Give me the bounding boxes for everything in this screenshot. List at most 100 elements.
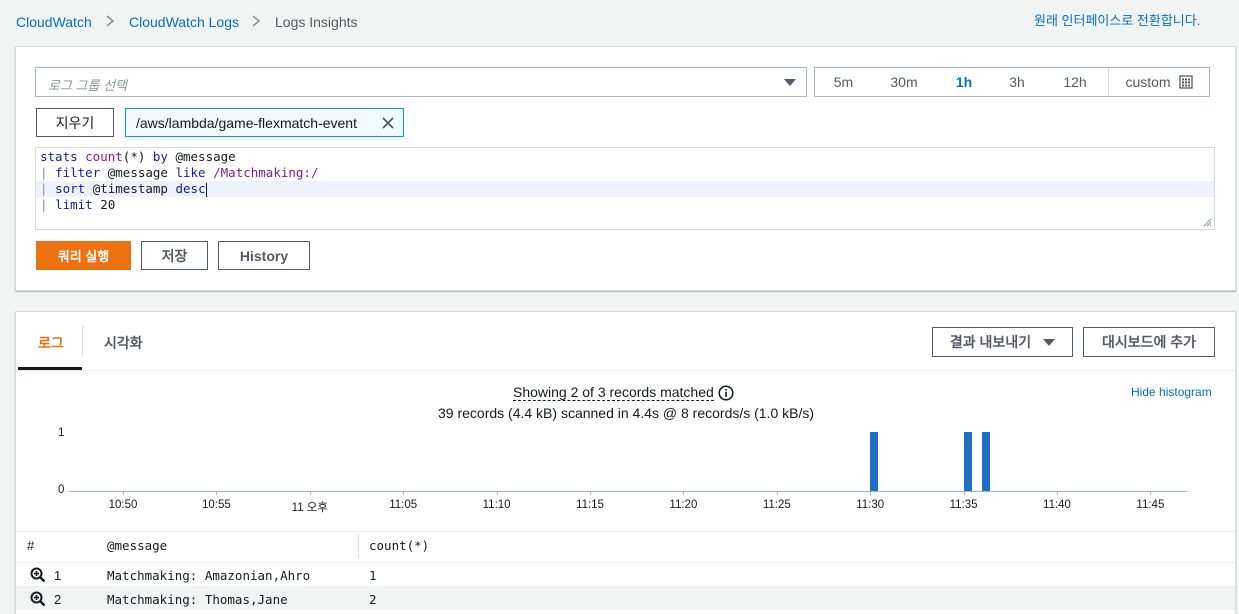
switch-interface-link[interactable]: 원래 인터페이스로 전환합니다. [1034,10,1200,29]
time-range-custom[interactable]: custom [1108,68,1209,96]
x-tick-mark [683,491,685,495]
query-line: | sort @timestamp desc [36,181,1214,197]
x-tick-label: 11:15 [576,499,604,511]
query-token: @message [175,149,236,164]
row-number: 2 [54,592,62,607]
query-token: by [152,149,176,164]
query-token: sort [55,181,93,196]
row-message: Matchmaking: Amazonian,Ahro [107,568,311,583]
x-tick-label: 11:45 [1136,499,1165,511]
histogram-bar[interactable] [982,432,991,491]
resize-handle-icon[interactable] [1202,217,1212,227]
history-button[interactable]: History [218,241,310,270]
log-group-token-label: /aws/lambda/game-flexmatch-event [136,114,357,131]
x-tick-mark [590,491,591,495]
row-number: 1 [54,568,62,583]
time-range-5m[interactable]: 5m [815,68,872,96]
table-top-rule [16,531,1235,532]
x-tick-label: 11:20 [669,499,698,511]
query-line: | filter @message like /Matchmaking:/ [36,165,1214,181]
query-token: /Matchmaking:/ [213,165,319,180]
column-header-message[interactable]: @message [107,538,167,553]
x-axis-line [69,491,1187,492]
hide-histogram-link[interactable]: Hide histogram [1131,385,1212,399]
x-tick-mark [1057,491,1058,495]
tab-divider [82,326,83,356]
x-tick-label: 11:05 [389,499,418,511]
export-results-label: 결과 내보내기 [949,334,1032,350]
query-line: stats count(*) by @message [36,149,1214,165]
time-range-1h[interactable]: 1h [936,68,992,96]
save-button[interactable]: 저장 [141,241,208,270]
log-group-token: /aws/lambda/game-flexmatch-event [125,108,404,137]
close-icon[interactable] [381,116,395,130]
log-group-select[interactable]: 로그 그룹 선택 [35,67,807,97]
query-token: stats [40,149,86,164]
x-tick-label: 11:10 [482,499,511,511]
x-tick-mark [776,491,778,495]
table-row[interactable]: 1 Matchmaking: Amazonian,Ahro 1 [16,562,1235,586]
x-tick-label: 11:40 [1043,499,1071,511]
histogram-bar[interactable] [870,432,879,491]
zoom-in-icon[interactable] [30,591,46,607]
query-line: | limit 20 [36,197,1214,213]
tab-underline [16,370,1235,371]
time-range-3h[interactable]: 3h [992,68,1042,96]
zoom-in-icon[interactable] [30,567,46,583]
clear-button[interactable]: 지우기 [36,108,114,137]
row-message: Matchmaking: Thomas,Jane [107,592,288,607]
log-group-placeholder: 로그 그룹 선택 [48,78,127,93]
x-tick-mark [496,491,498,495]
tab-logs[interactable]: 로그 [38,333,64,353]
x-tick-label: 10:50 [108,499,138,511]
y-tick-label: 0 [58,484,65,496]
breadcrumb-cloudwatch-logs[interactable]: CloudWatch Logs [129,14,239,30]
x-tick-mark [216,491,218,495]
query-code: stats count(*) by @message | filter @mess… [36,149,1214,213]
chevron-right-icon [104,13,116,32]
table-row[interactable]: 2 Matchmaking: Thomas,Jane 2 [16,586,1235,610]
time-range-30m[interactable]: 30m [872,68,936,96]
y-tick-label: 1 [58,427,65,439]
column-header-count[interactable]: count(*) [369,538,429,553]
text-cursor [205,182,207,197]
query-token: (*) [122,149,153,164]
row-count: 1 [369,568,377,583]
time-range-12h[interactable]: 12h [1042,68,1108,96]
histogram: 1 0 10:50 10:55 11 오후 11:05 11:10 11:15 11:20 11… [16,420,1235,520]
x-tick-mark [1150,491,1152,495]
custom-label: custom [1125,74,1171,90]
query-token: count [85,149,123,164]
x-tick-label: 10:55 [202,499,231,511]
query-token: desc [175,181,206,196]
records-scanned-text: 39 records (4.4 kB) scanned in 4.4s @ 8 … [438,405,815,421]
x-tick-label: 11:35 [949,499,978,511]
records-matched-text: Showing 2 of 3 records matched [513,384,714,401]
x-tick-mark [123,491,124,495]
time-range-group: 5m 30m 1h 3h 12h custom [814,67,1210,97]
column-divider [358,534,359,558]
export-results-button[interactable]: 결과 내보내기 [932,327,1073,357]
query-token: | [40,165,56,180]
calendar-icon [1178,75,1193,89]
add-to-dashboard-button[interactable]: 대시보드에 추가 [1083,327,1215,357]
row-count: 2 [369,592,377,607]
histogram-bar[interactable] [963,432,972,491]
query-token: limit [55,197,101,212]
breadcrumb-cloudwatch[interactable]: CloudWatch [16,14,92,30]
records-summary: Showing 2 of 3 records matched [513,384,734,401]
query-token: like [175,165,214,180]
x-tick-label: 11 오후 [291,502,328,514]
query-token: @message [107,165,176,180]
query-token: @timestamp [92,181,176,196]
caret-down-icon [784,79,796,86]
breadcrumb-logs-insights: Logs Insights [275,14,358,30]
info-icon[interactable] [718,384,734,401]
tab-visualization[interactable]: 시각화 [104,333,143,353]
run-query-button[interactable]: 쿼리 실행 [36,241,131,270]
query-editor[interactable]: stats count(*) by @message | filter @mess… [35,147,1215,230]
x-tick-mark [963,491,965,495]
x-tick-mark [309,491,311,495]
query-token: | [40,181,56,196]
x-tick-mark [870,491,872,495]
